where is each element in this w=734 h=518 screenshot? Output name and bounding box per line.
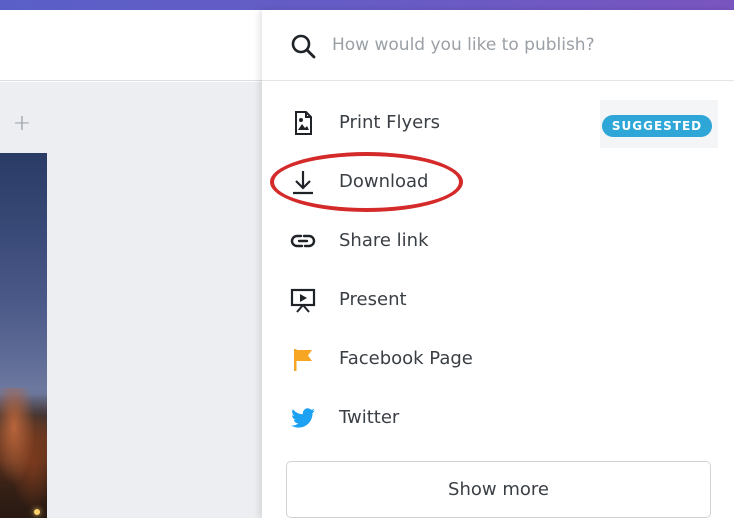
flag-icon bbox=[294, 349, 312, 371]
menu-item-facebook-page[interactable]: Facebook Page bbox=[262, 330, 734, 388]
show-more-button[interactable]: Show more bbox=[286, 461, 711, 518]
menu-item-label: Twitter bbox=[339, 407, 400, 428]
print-flyers-icon bbox=[295, 111, 312, 135]
link-icon bbox=[290, 234, 316, 248]
top-accent-bar bbox=[0, 0, 734, 10]
design-photo-thumbnail[interactable] bbox=[0, 153, 47, 518]
menu-item-present[interactable]: Present bbox=[262, 271, 734, 329]
menu-item-label: Print Flyers bbox=[339, 112, 440, 133]
editor-toolbar bbox=[0, 10, 262, 81]
publish-panel: Print Flyers SUGGESTED Download Share li… bbox=[262, 10, 734, 518]
menu-item-label: Share link bbox=[339, 230, 429, 251]
photo-light-spot bbox=[34, 509, 40, 515]
search-icon bbox=[291, 34, 316, 59]
suggested-badge: SUGGESTED bbox=[602, 115, 712, 137]
menu-item-download[interactable]: Download bbox=[262, 153, 734, 211]
publish-search-row bbox=[262, 10, 734, 81]
add-page-plus-icon[interactable]: + bbox=[12, 113, 32, 135]
menu-item-label: Facebook Page bbox=[339, 348, 473, 369]
menu-item-label: Download bbox=[339, 171, 429, 192]
download-icon bbox=[293, 171, 313, 195]
twitter-icon bbox=[291, 408, 315, 428]
menu-item-label: Present bbox=[339, 289, 407, 310]
menu-item-share-link[interactable]: Share link bbox=[262, 212, 734, 270]
menu-item-twitter[interactable]: Twitter bbox=[262, 389, 734, 447]
photo-rock-region bbox=[0, 388, 47, 518]
present-icon bbox=[290, 288, 316, 313]
publish-search-input[interactable] bbox=[332, 28, 712, 62]
